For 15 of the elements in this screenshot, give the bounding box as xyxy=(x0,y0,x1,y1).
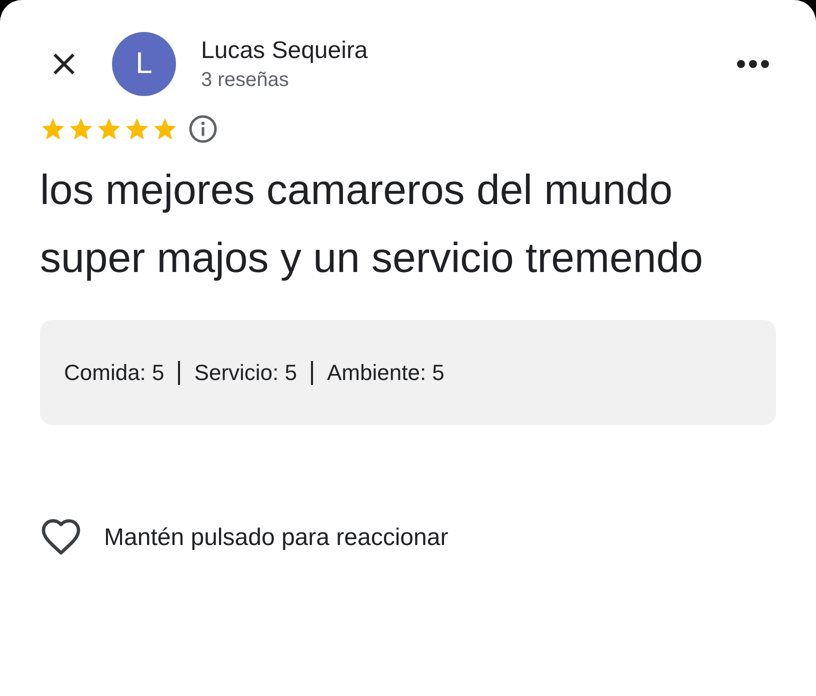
reaction-hint: Mantén pulsado para reaccionar xyxy=(104,524,448,552)
avatar: L xyxy=(112,32,176,96)
more-icon[interactable] xyxy=(736,59,770,69)
star-icon xyxy=(40,116,66,142)
star-icon xyxy=(124,116,150,142)
aspect-rating: Comida: 5 xyxy=(64,360,164,386)
aspect-rating: Servicio: 5 xyxy=(194,360,297,386)
star-icon xyxy=(152,116,178,142)
review-text: los mejores camareros del mundo super majos y un servicio tremendo xyxy=(40,165,704,283)
author-name[interactable]: Lucas Sequeira xyxy=(201,36,736,64)
star-icon xyxy=(68,116,94,142)
aspect-rating: Ambiente: 5 xyxy=(327,360,444,386)
info-icon[interactable] xyxy=(188,114,218,144)
star-icon xyxy=(96,116,122,142)
review-count: 3 reseñas xyxy=(201,68,290,92)
